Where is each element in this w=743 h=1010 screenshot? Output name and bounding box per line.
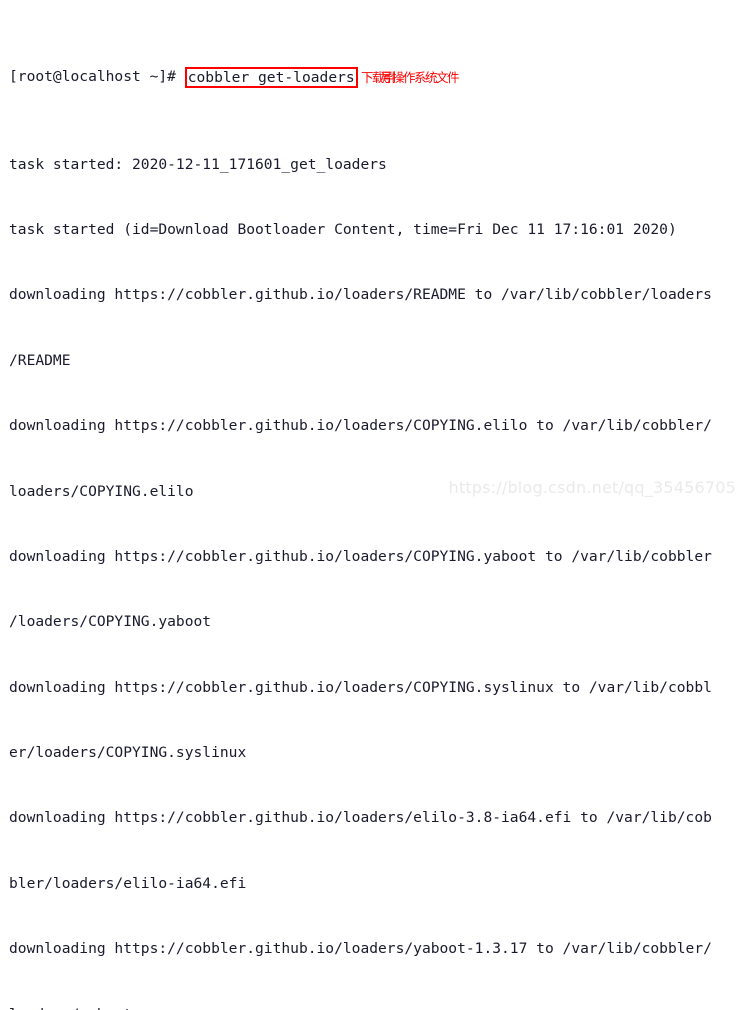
output-line: downloading https://cobbler.github.io/lo… xyxy=(9,286,712,304)
command-prompt-line: [root@localhost ~]# cobbler get-loaders 下… xyxy=(9,66,743,89)
output-line: loaders/COPYING.elilo xyxy=(9,482,194,500)
output-line: downloading https://cobbler.github.io/lo… xyxy=(9,809,712,827)
output-line: er/loaders/COPYING.syslinux xyxy=(9,744,247,762)
output-line: task started (id=Download Bootloader Con… xyxy=(9,220,677,238)
output-line: downloading https://cobbler.github.io/lo… xyxy=(9,940,712,958)
output-line: task started: 2020-12-11_171601_get_load… xyxy=(9,155,387,173)
shell-prompt: [root@localhost ~]# xyxy=(9,68,185,86)
output-line: downloading https://cobbler.github.io/lo… xyxy=(9,547,712,565)
annotation-text-part2: 导操作系统文件 xyxy=(381,70,460,86)
output-line: loaders/yaboot xyxy=(9,1004,743,1010)
highlighted-command[interactable]: cobbler get-loaders xyxy=(184,67,358,89)
output-line: /loaders/COPYING.yaboot xyxy=(9,613,212,631)
terminal-output-area[interactable]: [root@localhost ~]# cobbler get-loaders 下… xyxy=(0,0,743,1010)
output-line: bler/loaders/elilo-ia64.efi xyxy=(9,874,247,892)
output-line: downloading https://cobbler.github.io/lo… xyxy=(9,678,712,696)
output-line: /README xyxy=(9,351,71,369)
output-line: downloading https://cobbler.github.io/lo… xyxy=(9,417,712,435)
